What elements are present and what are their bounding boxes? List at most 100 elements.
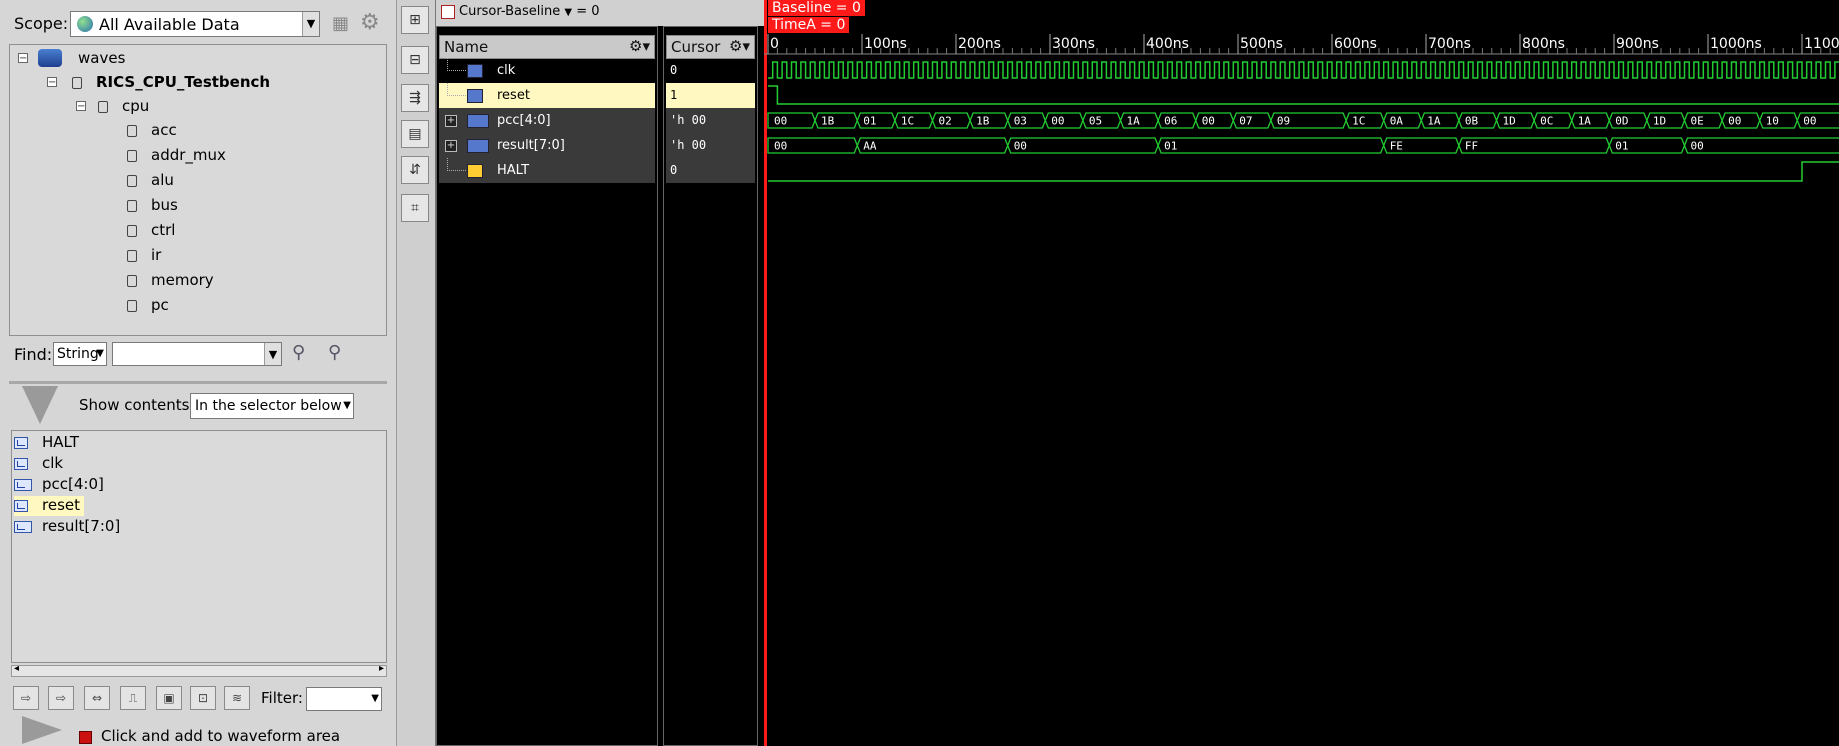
signal-filter-button[interactable]: ⎍ [120,686,146,710]
pcc-value-label: 09 [1277,115,1290,128]
tree-node-acc[interactable]: acc [127,121,177,141]
globe-icon [77,16,93,32]
find-input[interactable]: ▼ [112,342,282,366]
filter-select[interactable]: ▼ [306,687,382,711]
memory-view-icon[interactable]: ▤ [401,120,429,148]
tree-node-alu[interactable]: alu [127,171,174,191]
cursor-value-halt: 0 [666,158,755,183]
signal-list-item-result[interactable]: result[7:0] [14,517,120,537]
signal-list-item-pcc[interactable]: pcc[4:0] [14,475,104,495]
timeline-tick-label: 200ns [958,36,1001,52]
show-contents-select[interactable]: In the selector below ▼ [190,393,354,419]
cursor-value-clk: 0 [670,63,678,77]
filter-label: Filter: [261,689,303,707]
down-arrow-icon [22,386,58,424]
expand-icon[interactable]: + [445,115,457,127]
bus-filter-button[interactable]: ▣ [156,686,182,710]
module-icon [127,149,137,162]
module-icon [127,274,137,287]
horizontal-scrollbar[interactable]: ◂ ▸ [11,663,387,677]
schematic-view-icon[interactable]: ⊟ [401,46,429,74]
wave-row-name-halt[interactable]: HALT [439,158,655,183]
module-icon [127,174,137,187]
signal-list: HALT clk pcc[4:0] reset result[7:0] [11,430,387,663]
cursor-baseline-select[interactable]: Cursor-Baseline ▼ = 0 [459,4,600,19]
pcc-value-label: 1B [976,115,990,128]
mixed-filter-button[interactable]: ≋ [224,686,250,710]
waveform-view-icon[interactable]: ⌗ [401,194,429,222]
pcc-value-label: 0A [1390,115,1404,128]
add-signal-button[interactable]: ⇨ [13,686,39,710]
signal-icon [467,164,483,178]
source-view-icon[interactable]: ⇵ [401,156,429,184]
gear-icon[interactable]: ⚙▾ [729,37,750,55]
tree-node-memory[interactable]: memory [127,271,214,291]
scope-select[interactable]: All Available Data ▼ [70,11,320,37]
right-arrow-icon [22,716,62,744]
find-prev-icon[interactable]: ⚲ [328,342,341,363]
add-all-button[interactable]: ⇔ [84,686,110,710]
pcc-value-label: 1A [1427,115,1441,128]
find-next-icon[interactable]: ⚲ [292,342,305,363]
signal-list-item-clk[interactable]: clk [14,454,63,474]
pcc-value-label: 00 [1728,115,1741,128]
pcc-value-label: 06 [1164,115,1177,128]
pcc-value-label: 0E [1691,115,1704,128]
collapse-icon[interactable]: − [18,53,28,64]
chevron-down-icon: ▼ [96,348,104,359]
scroll-left-icon[interactable]: ◂ [14,663,19,674]
pcc-value-label: 0C [1540,115,1553,128]
divider [9,381,387,384]
result-segment [1157,137,1385,154]
bus-icon [14,520,32,533]
name-column-header[interactable]: Name ⚙▾ [439,35,655,59]
show-contents-label: Show contents: [79,396,195,414]
waveform-area[interactable]: Baseline = 0 TimeA = 0 0 100ns 200ns 300ns 4… [764,0,1839,746]
tree-node-ir[interactable]: ir [127,246,161,266]
vertical-toolbar: ⊞ ⊟ ⇶ ▤ ⇵ ⌗ [397,0,436,746]
gear-icon[interactable]: ⚙ [360,10,380,35]
module-icon [127,299,137,312]
pcc-value-label: 00 [1051,115,1064,128]
find-mode-select[interactable]: String ▼ [53,342,107,366]
pcc-value-label: 1A [1127,115,1141,128]
wave-row-name-pcc[interactable]: + pcc[4:0] [439,108,655,133]
cursor-value-pcc: 'h 00 [666,108,755,133]
result-value-label: FE [1390,140,1403,153]
pcc-value-label: 1B [821,115,835,128]
result-segment [1458,137,1611,154]
tree-node-ctrl[interactable]: ctrl [127,221,175,241]
cursor-column-header[interactable]: Cursor ⚙▾ [666,35,755,59]
bus-icon [467,114,489,128]
wave-row-name-clk[interactable]: clk [439,58,655,83]
tree-root-waves[interactable]: waves [78,49,125,69]
add-selected-button[interactable]: ⇨ [48,686,74,710]
expand-icon[interactable]: + [445,140,457,152]
tree-node-testbench[interactable]: RICS_CPU_Testbench [72,73,270,93]
collapse-icon[interactable]: − [47,77,57,88]
tree-node-bus[interactable]: bus [127,196,178,216]
wave-row-name-result[interactable]: + result[7:0] [439,133,655,158]
timeline-tick-label: 300ns [1052,36,1095,52]
collapse-icon[interactable]: − [76,101,86,112]
tree-node-cpu[interactable]: cpu [98,97,149,117]
pcc-value-label: 1D [1503,115,1516,128]
hierarchy-view-icon[interactable]: ⊞ [401,6,429,34]
result-segment [1006,137,1159,154]
bus-icon [14,478,32,491]
gear-icon[interactable]: ⚙▾ [629,37,650,55]
scope-label: Scope: [14,14,69,33]
waveform-canvas[interactable]: 0 100ns 200ns 300ns 400ns 500ns 600ns 700ns 800n… [764,0,1839,746]
analog-filter-button[interactable]: ⊡ [190,686,216,710]
cursor-value-reset: 1 [666,83,755,108]
wave-row-name-reset[interactable]: reset [439,83,655,108]
tree-node-addr-mux[interactable]: addr_mux [127,146,226,166]
chip-icon[interactable]: ▦ [332,13,349,34]
cursor-toolbar: Cursor-Baseline ▼ = 0 [436,0,766,26]
tree-node-pc[interactable]: pc [127,296,169,316]
scroll-right-icon[interactable]: ▸ [379,663,384,674]
signal-list-item-halt[interactable]: HALT [14,433,79,453]
clk-waveform [768,61,1839,79]
signal-list-item-reset[interactable]: reset [14,496,84,516]
signal-flow-icon[interactable]: ⇶ [401,84,429,112]
